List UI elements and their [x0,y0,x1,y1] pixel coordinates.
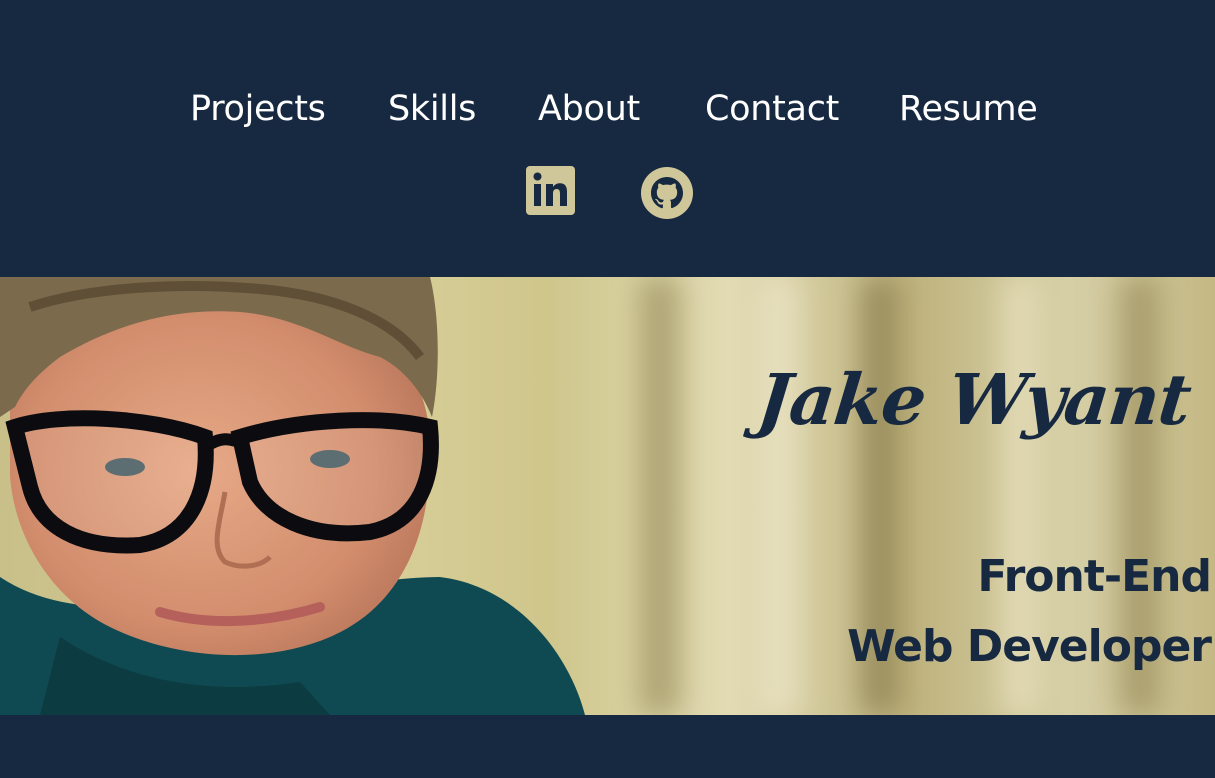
main-nav: Projects Skills About Contact Resume [0,86,1215,134]
role-line-2: Web Developer [847,621,1212,672]
portrait-photo [0,277,585,715]
site-header: Projects Skills About Contact Resume [0,0,1215,277]
nav-link-skills[interactable]: Skills [388,86,476,132]
github-icon [641,167,693,219]
role-line-1: Front-End [977,551,1212,602]
nav-link-projects[interactable]: Projects [190,86,326,132]
nav-link-about[interactable]: About [538,86,640,132]
github-link[interactable] [640,166,694,224]
nav-link-contact[interactable]: Contact [705,86,839,132]
linkedin-icon [526,166,575,215]
hero-name: Jake Wyant [753,358,1195,441]
nav-link-resume[interactable]: Resume [899,86,1038,132]
linkedin-link[interactable] [526,166,575,219]
hero-banner: Jake Wyant Front-End Web Developer [0,277,1215,715]
social-links [0,166,1215,220]
background-blur [640,277,680,715]
background-blur [760,277,800,715]
hero-role: Front-End Web Developer [847,542,1212,682]
footer-band [0,715,1215,778]
